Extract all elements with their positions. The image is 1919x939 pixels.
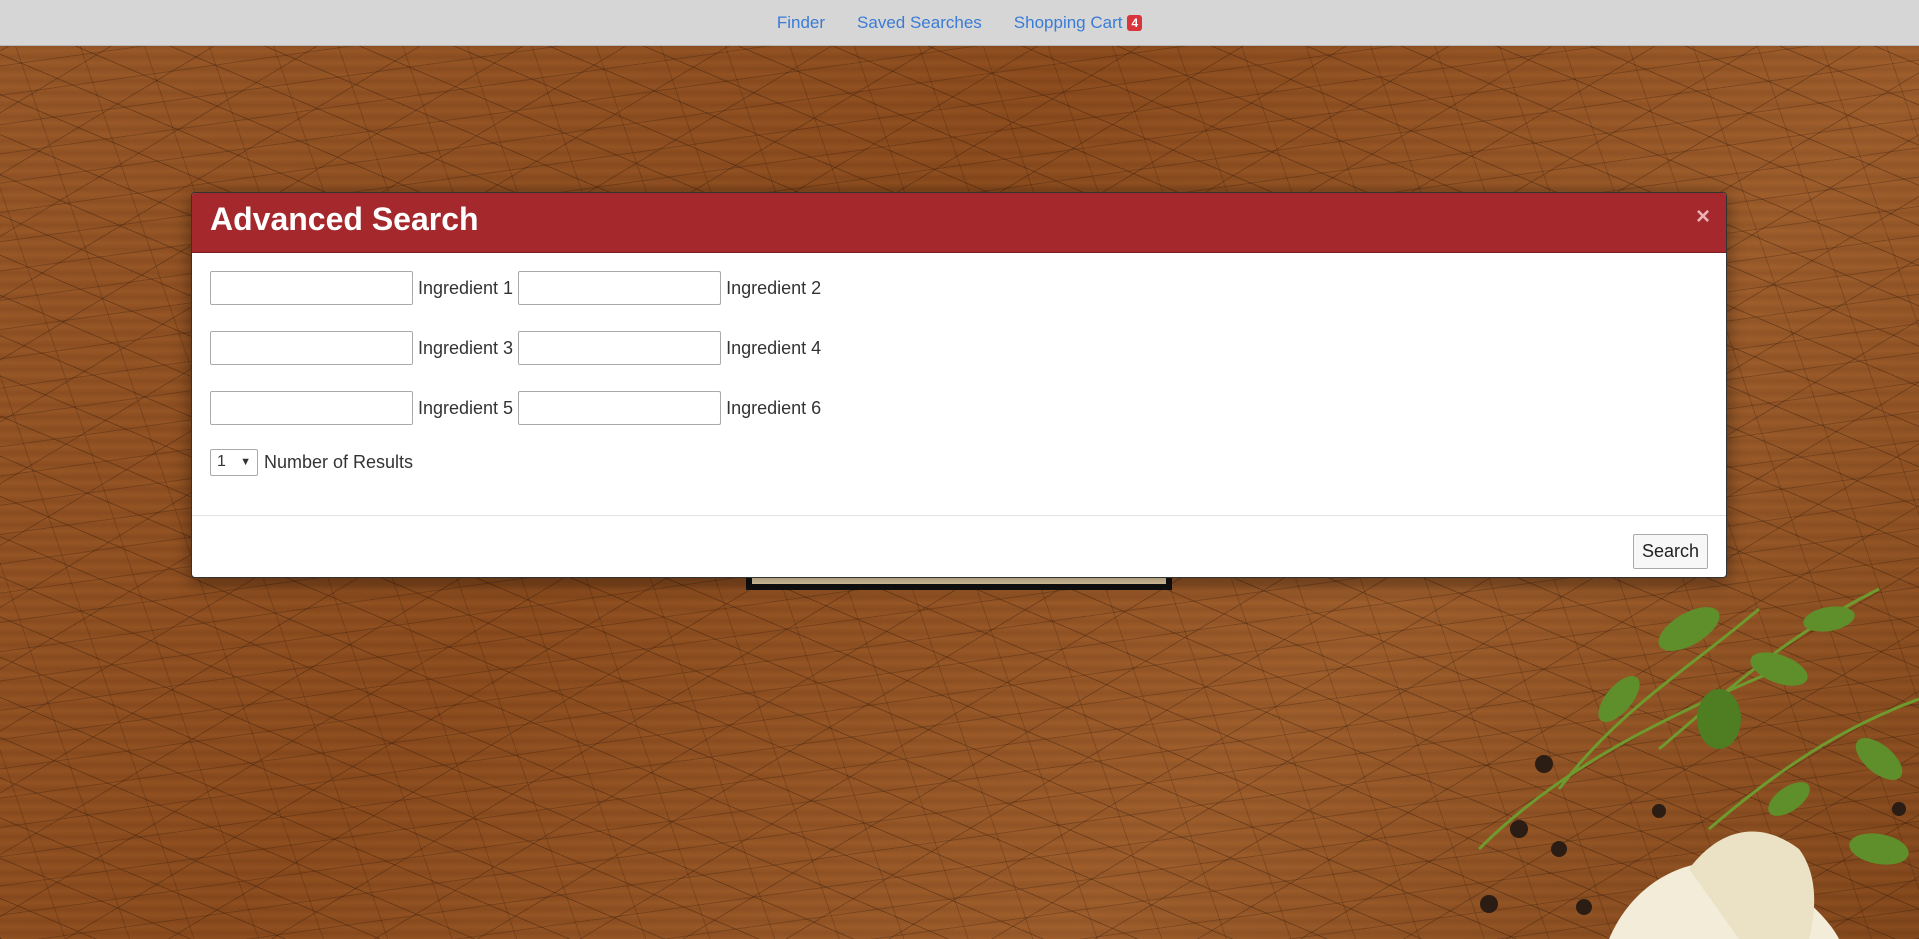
ingredient-3-label: Ingredient 3 [418, 337, 514, 358]
ingredient-5-label: Ingredient 5 [418, 397, 514, 418]
close-icon[interactable]: × [1696, 203, 1710, 231]
nav-finder[interactable]: Finder [777, 13, 825, 33]
herb-garlic-decoration [1477, 587, 1919, 939]
ingredient-1-input[interactable] [210, 271, 413, 305]
ingredient-2-label: Ingredient 2 [726, 277, 822, 298]
nav-saved-searches[interactable]: Saved Searches [857, 13, 982, 33]
modal-title: Advanced Search [210, 201, 479, 237]
ingredient-4-label: Ingredient 4 [726, 337, 822, 358]
ingredient-2-input[interactable] [518, 271, 722, 305]
nav-shopping-cart[interactable]: Shopping Cart 4 [1013, 12, 1143, 33]
ingredient-3-input[interactable] [210, 331, 413, 365]
ingredient-6-input[interactable] [518, 391, 722, 425]
results-row: 1 ▼ Number of Results [210, 448, 1708, 476]
results-selected-value: 1 [217, 453, 226, 470]
cart-count-badge: 4 [1127, 14, 1143, 31]
chevron-down-icon: ▼ [240, 456, 251, 468]
modal-body: Ingredient 1 Ingredient 2 Ingredient 3 I… [192, 253, 1726, 515]
ingredient-5-input[interactable] [210, 391, 413, 425]
ingredient-row: Ingredient 5 Ingredient 6 [210, 391, 1708, 425]
search-button[interactable]: Search [1632, 534, 1708, 569]
shopping-cart-label: Shopping Cart [1013, 12, 1123, 32]
advanced-search-modal: Advanced Search × Ingredient 1 Ingredien… [191, 192, 1727, 578]
ingredient-row: Ingredient 1 Ingredient 2 [210, 271, 1708, 305]
number-of-results-select[interactable]: 1 ▼ [210, 448, 258, 476]
ingredient-4-input[interactable] [518, 331, 722, 365]
number-of-results-label: Number of Results [264, 451, 414, 472]
modal-footer: Search [192, 515, 1726, 577]
ingredient-1-label: Ingredient 1 [418, 277, 514, 298]
top-nav: Finder Saved Searches Shopping Cart 4 [0, 0, 1919, 46]
modal-header: Advanced Search × [192, 193, 1726, 253]
ingredient-row: Ingredient 3 Ingredient 4 [210, 331, 1708, 365]
ingredient-6-label: Ingredient 6 [726, 397, 822, 418]
